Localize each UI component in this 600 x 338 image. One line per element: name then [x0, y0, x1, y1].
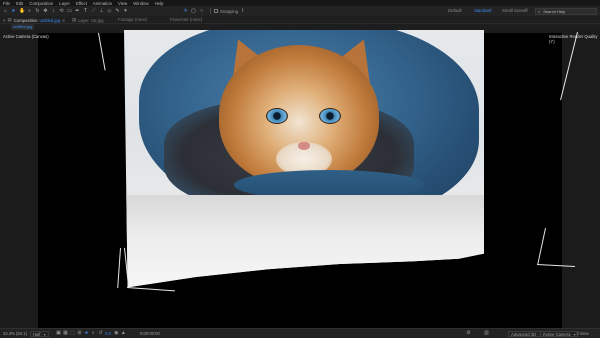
viewer-footer: 33.3% (50.1) Half ▾ ▣ ▦ ⬚ ⊞ ● ◐ ↺ 0.0 ◉ …	[0, 328, 600, 338]
mask-visibility-icon[interactable]: ⬚	[70, 331, 75, 336]
clone-stamp-icon[interactable]: ⊥	[99, 8, 104, 14]
resolution-select[interactable]: Half ▾	[30, 331, 49, 337]
camera-icon[interactable]: ▭	[67, 8, 72, 14]
timecode-value: 0:00:00:00	[140, 331, 160, 336]
resolution-dropdown[interactable]: Half ▾	[30, 331, 49, 337]
axis-mode-icon[interactable]: ✛	[183, 8, 188, 14]
guide-options-icon[interactable]: ⊞	[77, 331, 82, 336]
view-layout-value: 1 View	[576, 331, 589, 336]
fast-previews-icon: ⚙	[466, 330, 471, 336]
brush-icon[interactable]: ／	[91, 8, 96, 14]
fast-previews-button[interactable]: ⚙	[466, 331, 473, 336]
tab-footage[interactable]: Footage (none)	[118, 17, 147, 22]
menu-edit[interactable]: Edit	[16, 1, 23, 6]
snapping-options-icon[interactable]: ⌇	[240, 8, 245, 14]
snapping-label: Snapping	[220, 8, 239, 14]
transparency-grid-icon[interactable]: ▦	[63, 331, 68, 336]
search-placeholder: Search Help	[543, 8, 566, 14]
tab-layer-name: cat.jpg	[90, 17, 104, 23]
image-eye-left	[266, 108, 288, 124]
zoom-icon[interactable]: ⌕	[27, 8, 32, 14]
home-icon[interactable]: ⌂	[3, 8, 8, 14]
menu-layer[interactable]: Layer	[59, 1, 70, 6]
renderer-dropdown[interactable]: Advanced 3D ▾	[508, 331, 545, 337]
draft-3d-toggle[interactable]: ▥	[484, 331, 491, 336]
rotate-icon[interactable]: ⟲	[59, 8, 64, 14]
tab-composition-name: untitled.jpg	[39, 17, 61, 23]
resolution-value: Half	[33, 332, 41, 337]
search-icon: ⌕	[538, 8, 541, 14]
viewer-camera-label: Active Camera (Canvas)	[3, 34, 49, 39]
roto-brush-icon[interactable]: ✎	[115, 8, 120, 14]
image-eye-right	[319, 108, 341, 124]
lock-icon[interactable]: ▤	[72, 17, 76, 23]
menu-window[interactable]: Window	[133, 1, 148, 6]
reset-exposure-icon[interactable]: ↺	[98, 331, 103, 336]
viewer-controls: ▣ ▦ ⬚ ⊞ ● ◐ ↺ 0.0 ◉ ▲	[56, 331, 128, 337]
kitten-image-layer[interactable]	[124, 30, 484, 288]
tools-toolbar: ⌂ ➤ ✋ ⌕ ↻ ✥ ↕ ⟲ ▭ ✒ T ／ ⊥ ◇ ✎ ✶ ✛ ▢ ○ Sn…	[0, 6, 600, 16]
pan-icon[interactable]: ✥	[43, 8, 48, 14]
search-help-field[interactable]: ⌕ Search Help	[535, 7, 597, 15]
composition-viewer[interactable]: Active Camera (Canvas) Interactive Rende…	[0, 30, 600, 328]
renderer-select[interactable]: Advanced 3D ▾	[508, 331, 545, 337]
menu-view[interactable]: View	[118, 1, 127, 6]
tab-footage-label: Footage (none)	[118, 17, 148, 22]
menu-animation[interactable]: Animation	[93, 1, 112, 6]
workspace-standard[interactable]: Standard	[474, 8, 491, 13]
menu-composition[interactable]: Composition	[29, 1, 53, 6]
magnification-dropdown[interactable]: 33.3% (50.1)	[3, 331, 27, 336]
tab-flowchart-label: Flowchart (none)	[170, 17, 203, 22]
workspace-default[interactable]: Default	[448, 8, 462, 13]
type-icon[interactable]: T	[83, 8, 88, 14]
puppet-pin-icon[interactable]: ✶	[123, 8, 128, 14]
camera-view-dropdown[interactable]: Active Camera ▾	[540, 331, 579, 337]
draft-3d-icon: ▥	[484, 330, 489, 336]
menu-file[interactable]: File	[3, 1, 10, 6]
toolbar-separator	[210, 8, 211, 14]
hand-icon[interactable]: ✋	[19, 8, 25, 14]
panel-tab-bar: × ▤ Composition untitled.jpg ≡ ▤ Layer c…	[0, 16, 600, 24]
orbit-icon[interactable]: ↻	[35, 8, 40, 14]
renderer-value: Advanced 3D	[511, 332, 537, 337]
tab-composition-prefix: Composition	[13, 17, 38, 23]
snapshot-icon[interactable]: ◉	[114, 331, 119, 336]
camera-view-select[interactable]: Active Camera ▾	[540, 331, 579, 337]
image-nose	[298, 142, 310, 150]
workspace-more-icon[interactable]: »	[525, 7, 528, 13]
rect-snap-icon[interactable]: ▢	[191, 8, 196, 14]
dolly-icon[interactable]: ↕	[51, 8, 56, 14]
selection-icon[interactable]: ➤	[11, 8, 16, 14]
snapping-checkbox[interactable]	[214, 9, 218, 13]
chevron-down-icon: ▾	[43, 332, 46, 337]
camera-view-value: Active Camera	[543, 332, 571, 337]
close-tab-icon[interactable]: ×	[3, 18, 6, 23]
exposure-value[interactable]: 0.0	[105, 331, 111, 336]
menu-effect[interactable]: Effect	[76, 1, 87, 6]
tab-flowchart[interactable]: Flowchart (none)	[170, 17, 202, 22]
timecode-display[interactable]: 0:00:00:00	[140, 331, 160, 336]
viewer-quality-label: Interactive Render Quality (Y)	[549, 34, 598, 44]
tab-menu-icon[interactable]: ≡	[62, 18, 65, 23]
view-layout-dropdown[interactable]: 1 View	[576, 331, 589, 336]
tab-composition[interactable]: × ▤ Composition untitled.jpg ≡	[3, 17, 65, 23]
eraser-icon[interactable]: ◇	[107, 8, 112, 14]
pen-icon[interactable]: ✒	[75, 8, 80, 14]
menu-help[interactable]: Help	[155, 1, 164, 6]
show-channel-icon[interactable]: ●	[84, 331, 89, 336]
circle-snap-icon[interactable]: ○	[199, 8, 204, 14]
lock-icon[interactable]: ▤	[8, 17, 12, 23]
show-snapshot-icon[interactable]: ▲	[121, 331, 126, 336]
region-of-interest-icon[interactable]: ▣	[56, 331, 61, 336]
workspace-small-screen[interactable]: Small Screen	[502, 8, 528, 13]
color-management-icon[interactable]: ◐	[91, 331, 96, 336]
tab-layer[interactable]: ▤ Layer cat.jpg	[72, 17, 103, 23]
tab-layer-prefix: Layer	[78, 17, 89, 23]
magnification-value: 33.3% (50.1)	[3, 331, 27, 336]
